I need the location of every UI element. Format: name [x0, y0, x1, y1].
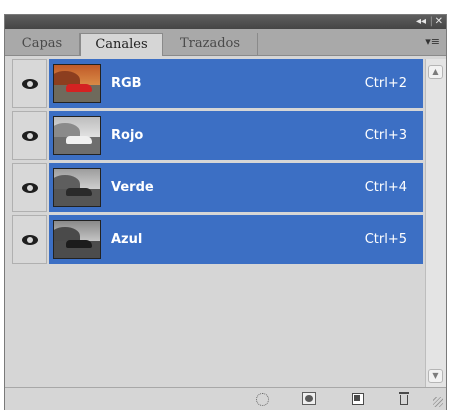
- channel-row-azul[interactable]: Azul Ctrl+5: [9, 215, 423, 267]
- channel-row-rojo[interactable]: Rojo Ctrl+3: [9, 111, 423, 163]
- eye-icon: [22, 183, 38, 193]
- tab-capas[interactable]: Capas: [5, 33, 80, 55]
- channel-shortcut: Ctrl+4: [364, 180, 407, 195]
- channels-panel: ◂◂ | ✕ Capas Canales Trazados ▾≡ RGB Ctr…: [4, 14, 447, 410]
- eye-icon: [22, 79, 38, 89]
- channel-shortcut: Ctrl+2: [364, 76, 407, 91]
- panel-titlebar: ◂◂ | ✕: [5, 15, 446, 29]
- visibility-toggle[interactable]: [12, 111, 47, 160]
- channel-row-rgb[interactable]: RGB Ctrl+2: [9, 59, 423, 111]
- new-channel-icon[interactable]: [350, 392, 366, 406]
- collapse-icon[interactable]: ◂◂: [416, 15, 426, 29]
- visibility-toggle[interactable]: [12, 59, 47, 108]
- channel-selection[interactable]: Azul Ctrl+5: [49, 215, 423, 264]
- channel-name: RGB: [111, 76, 142, 91]
- channel-thumbnail: [53, 168, 101, 207]
- channel-thumbnail: [53, 220, 101, 259]
- eye-icon: [22, 235, 38, 245]
- channel-selection[interactable]: Verde Ctrl+4: [49, 163, 423, 212]
- channel-name: Azul: [111, 232, 143, 247]
- channel-thumbnail: [53, 116, 101, 155]
- tab-bar: Capas Canales Trazados ▾≡: [5, 29, 446, 56]
- save-selection-as-channel-icon[interactable]: [301, 392, 317, 406]
- panel-bottom-bar: [5, 387, 446, 410]
- channel-thumbnail: [53, 64, 101, 103]
- delete-channel-icon[interactable]: [396, 392, 412, 406]
- vertical-scrollbar[interactable]: ▲ ▼: [425, 59, 446, 387]
- channel-name: Verde: [111, 180, 154, 195]
- channel-name: Rojo: [111, 128, 144, 143]
- scroll-down-arrow-icon[interactable]: ▼: [428, 369, 443, 383]
- channel-shortcut: Ctrl+3: [364, 128, 407, 143]
- tab-trazados[interactable]: Trazados: [163, 33, 258, 55]
- panel-menu-icon[interactable]: ▾≡: [425, 35, 440, 48]
- resize-grip-icon[interactable]: [433, 397, 443, 407]
- channel-row-verde[interactable]: Verde Ctrl+4: [9, 163, 423, 215]
- channel-shortcut: Ctrl+5: [364, 232, 407, 247]
- tab-canales[interactable]: Canales: [80, 33, 163, 56]
- channel-selection[interactable]: RGB Ctrl+2: [49, 59, 423, 108]
- scroll-up-arrow-icon[interactable]: ▲: [428, 65, 443, 79]
- channel-list: RGB Ctrl+2 Rojo Ctrl+3 Verde Ctrl+4 Azul…: [9, 59, 423, 387]
- eye-icon: [22, 131, 38, 141]
- titlebar-divider: |: [429, 16, 433, 27]
- visibility-toggle[interactable]: [12, 215, 47, 264]
- channel-selection[interactable]: Rojo Ctrl+3: [49, 111, 423, 160]
- load-channel-as-selection-icon[interactable]: [254, 392, 270, 406]
- close-icon[interactable]: ✕: [435, 15, 443, 29]
- visibility-toggle[interactable]: [12, 163, 47, 212]
